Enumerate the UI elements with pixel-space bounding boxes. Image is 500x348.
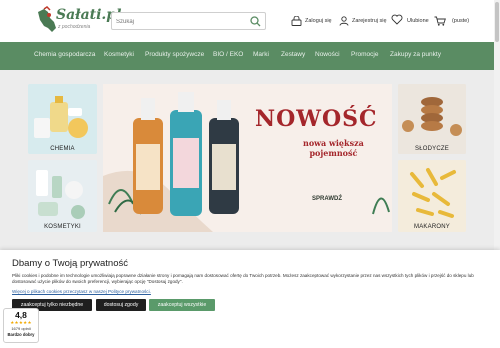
cosmetics-image: [28, 160, 97, 232]
sweets-image: [398, 84, 466, 154]
nav-item-zestawy[interactable]: Zestawy: [281, 51, 305, 58]
register-link[interactable]: Zarejestruj się: [339, 14, 387, 28]
category-tile-chemia[interactable]: CHEMIA: [28, 84, 97, 154]
cookie-text: Pliki cookies i podobne im technologie u…: [12, 273, 474, 285]
category-tile-slodycze[interactable]: SŁODYCZE: [398, 84, 466, 154]
favorites-label: Ulubione: [407, 18, 429, 24]
logo-subtitle: z pochodzenia: [58, 24, 91, 30]
tile-label-makarony: MAKARONY: [414, 224, 450, 230]
login-label: Zaloguj się: [305, 18, 332, 24]
scrollbar-thumb[interactable]: [495, 2, 499, 42]
banner-sub-line2: pojemność: [309, 148, 358, 158]
rating-label: Bardzo dobry: [7, 332, 35, 337]
main-nav: Chemia gospodarcza Kosmetyki Produkty sp…: [0, 42, 500, 70]
banner-cta[interactable]: SPRAWDŹ: [312, 196, 342, 202]
category-tile-kosmetyki[interactable]: KOSMETYKI: [28, 160, 97, 232]
lock-bag-icon: [291, 16, 302, 26]
search-box: [111, 12, 266, 30]
banner-title: NOWOŚĆ: [255, 106, 378, 132]
privacy-policy-link[interactable]: Więcej o plikach cookies przeczytasz w n…: [12, 289, 151, 294]
cookie-consent-dialog: Dbamy o Twoją prywatność Pliki cookies i…: [0, 250, 500, 348]
cookie-title: Dbamy o Twoją prywatność: [12, 258, 128, 269]
nav-item-marki[interactable]: Marki: [253, 51, 269, 58]
cleaning-products-image: [28, 84, 97, 154]
pasta-image: [398, 160, 466, 232]
nav-item-punkty[interactable]: Zakupy za punkty: [390, 51, 441, 58]
cart-link[interactable]: (puste): [434, 14, 469, 28]
cart-label: (puste): [452, 18, 470, 24]
nav-item-bio[interactable]: BIO / EKO: [213, 51, 243, 58]
nav-item-produkty[interactable]: Produkty spożywcze: [145, 51, 204, 58]
banner-sub-line1: nowa większa: [303, 138, 364, 148]
register-label: Zarejestruj się: [352, 18, 387, 24]
rating-badge[interactable]: 4,8 ★★★★★ 1679 opinii Bardzo dobry: [3, 308, 39, 343]
tile-label-kosmetyki: KOSMETYKI: [44, 224, 81, 230]
rating-score: 4,8: [15, 310, 27, 320]
login-link[interactable]: Zaloguj się: [291, 14, 332, 28]
tile-label-chemia: CHEMIA: [50, 146, 75, 152]
cart-icon: [434, 16, 446, 26]
category-tile-makarony[interactable]: MAKARONY: [398, 160, 466, 232]
nav-item-promocje[interactable]: Promocje: [351, 51, 378, 58]
tile-label-slodycze: SŁODYCZE: [415, 146, 449, 152]
nav-item-nowosci[interactable]: Nowości: [315, 51, 340, 58]
site-header: Sałati.pl z pochodzenia Zaloguj się Zare…: [0, 0, 500, 42]
nav-item-kosmetyki[interactable]: Kosmetyki: [104, 51, 134, 58]
user-icon: [339, 16, 349, 26]
search-icon[interactable]: [249, 15, 262, 28]
customize-consents-button[interactable]: dostosuj zgody: [96, 299, 146, 311]
heart-icon[interactable]: [391, 14, 403, 25]
nav-item-chemia[interactable]: Chemia gospodarcza: [34, 51, 95, 58]
hero-banner[interactable]: NOWOŚĆ nowa większa pojemność SPRAWDŹ: [103, 84, 392, 232]
favorites-link[interactable]: Ulubione: [407, 14, 429, 28]
accept-all-button[interactable]: zaakceptuj wszystkie: [149, 299, 215, 311]
banner-subtitle: nowa większa pojemność: [303, 138, 364, 158]
search-input[interactable]: [116, 15, 244, 28]
